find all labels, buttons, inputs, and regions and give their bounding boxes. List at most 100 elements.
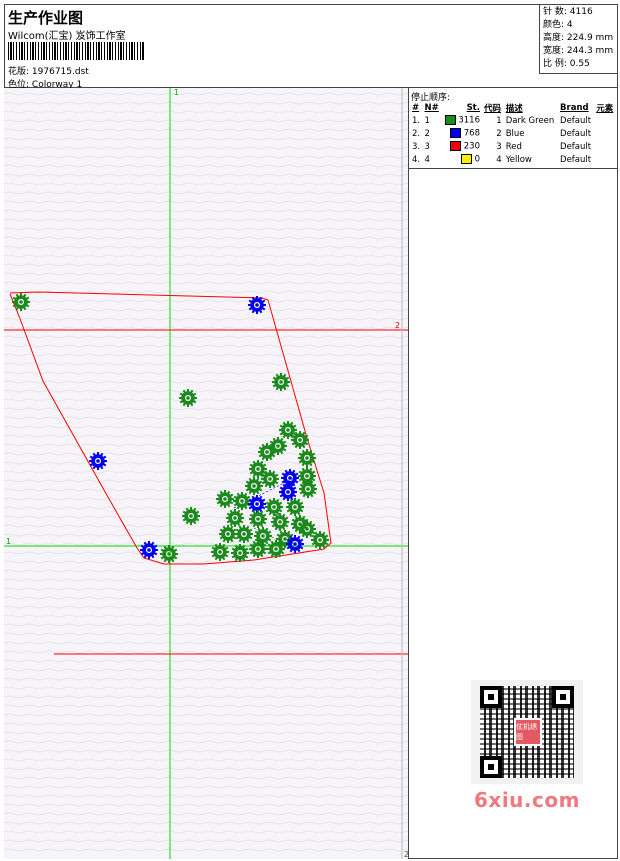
texture-line <box>4 146 408 150</box>
texture-line <box>4 659 408 663</box>
texture-line <box>4 587 408 591</box>
embroidery-flower <box>219 525 237 543</box>
texture-line <box>4 569 408 573</box>
marker-top: 1 <box>174 88 179 97</box>
embroidery-flower <box>298 449 316 467</box>
color-row: 4. 4 0 4 Yellow Default <box>412 154 592 165</box>
stats-box: 针 数: 4116 颜色: 4 高度: 224.9 mm 宽度: 244.3 m… <box>539 4 618 74</box>
page-title: 生产作业图 <box>8 9 84 27</box>
texture-line <box>4 812 408 816</box>
texture-line <box>4 362 408 366</box>
texture-line <box>4 767 408 771</box>
texture-line <box>4 101 408 105</box>
texture-line <box>4 110 408 114</box>
texture-line <box>4 128 408 132</box>
embroidery-flower <box>216 490 234 508</box>
texture-line <box>4 668 408 672</box>
texture-line <box>4 677 408 681</box>
texture-line <box>4 830 408 834</box>
texture-line <box>4 524 408 528</box>
texture-line <box>4 713 408 717</box>
embroidery-flower <box>226 509 244 527</box>
texture-line <box>4 92 408 96</box>
design-file-row: 花版: 1976715.dst <box>8 64 89 77</box>
embroidery-flower <box>235 525 253 543</box>
embroidery-flower <box>182 507 200 525</box>
qr-logo: 仗机绣图 <box>514 718 542 746</box>
texture-line <box>4 470 408 474</box>
design-label: 花版: <box>8 67 30 77</box>
texture-line <box>4 758 408 762</box>
texture-line <box>4 425 408 429</box>
fabric-texture <box>4 92 408 852</box>
texture-line <box>4 461 408 465</box>
embroidery-flower <box>160 545 178 563</box>
marker-right: 2 <box>395 321 400 330</box>
embroidery-flower <box>299 480 317 498</box>
texture-line <box>4 263 408 267</box>
texture-line <box>4 308 408 312</box>
color-table-header: # N# St. 代码 描述 Brand 元素 <box>412 102 614 114</box>
embroidery-flower <box>245 477 263 495</box>
studio-name: Wilcom(汇宝) 岌饰工作室 <box>8 31 126 42</box>
panel-divider <box>409 168 618 169</box>
texture-line <box>4 596 408 600</box>
texture-line <box>4 326 408 330</box>
stat-scale: 比 例: 0.55 <box>543 59 590 69</box>
texture-line <box>4 704 408 708</box>
texture-line <box>4 209 408 213</box>
texture-line <box>4 821 408 825</box>
texture-line <box>4 317 408 321</box>
texture-line <box>4 200 408 204</box>
texture-line <box>4 632 408 636</box>
header: 生产作业图 Wilcom(汇宝) 岌饰工作室 花版: 1976715.dst 色… <box>4 4 618 90</box>
texture-line <box>4 281 408 285</box>
texture-line <box>4 119 408 123</box>
texture-line <box>4 182 408 186</box>
watermark-text: 6xiu.com <box>474 788 580 812</box>
texture-line <box>4 236 408 240</box>
texture-line <box>4 434 408 438</box>
texture-line <box>4 227 408 231</box>
texture-line <box>4 506 408 510</box>
texture-line <box>4 749 408 753</box>
texture-line <box>4 542 408 546</box>
qr-finder <box>480 686 502 708</box>
design-drawing: 1 2 1 2 <box>4 88 408 859</box>
texture-line <box>4 731 408 735</box>
texture-line <box>4 848 408 852</box>
embroidery-flower <box>231 544 249 562</box>
barcode <box>8 42 144 60</box>
texture-line <box>4 614 408 618</box>
texture-line <box>4 335 408 339</box>
texture-line <box>4 353 408 357</box>
color-swatch <box>450 141 462 152</box>
color-row: 1. 1 3116 1 Dark Green Default <box>412 115 592 126</box>
texture-line <box>4 164 408 168</box>
texture-line <box>4 533 408 537</box>
texture-line <box>4 578 408 582</box>
marker-left: 1 <box>6 537 11 546</box>
texture-line <box>4 740 408 744</box>
embroidery-flower <box>272 373 290 391</box>
color-swatch <box>444 115 456 126</box>
color-table: # N# St. 代码 描述 Brand 元素 1. 1 3116 1 Dark Gr… <box>410 101 616 166</box>
design-value: 1976715.dst <box>31 67 89 77</box>
texture-line <box>4 155 408 159</box>
texture-line <box>4 398 408 402</box>
color-swatch <box>460 154 472 165</box>
texture-line <box>4 551 408 555</box>
texture-line <box>4 794 408 798</box>
texture-line <box>4 371 408 375</box>
texture-line <box>4 416 408 420</box>
texture-line <box>4 497 408 501</box>
texture-line <box>4 443 408 447</box>
texture-line <box>4 695 408 699</box>
design-canvas: 1 2 1 2 <box>4 88 409 859</box>
texture-line <box>4 137 408 141</box>
texture-line <box>4 560 408 564</box>
stat-colors: 颜色: 4 <box>543 20 573 30</box>
qr-code: 仗机绣图 <box>471 680 583 784</box>
texture-line <box>4 299 408 303</box>
texture-line <box>4 803 408 807</box>
